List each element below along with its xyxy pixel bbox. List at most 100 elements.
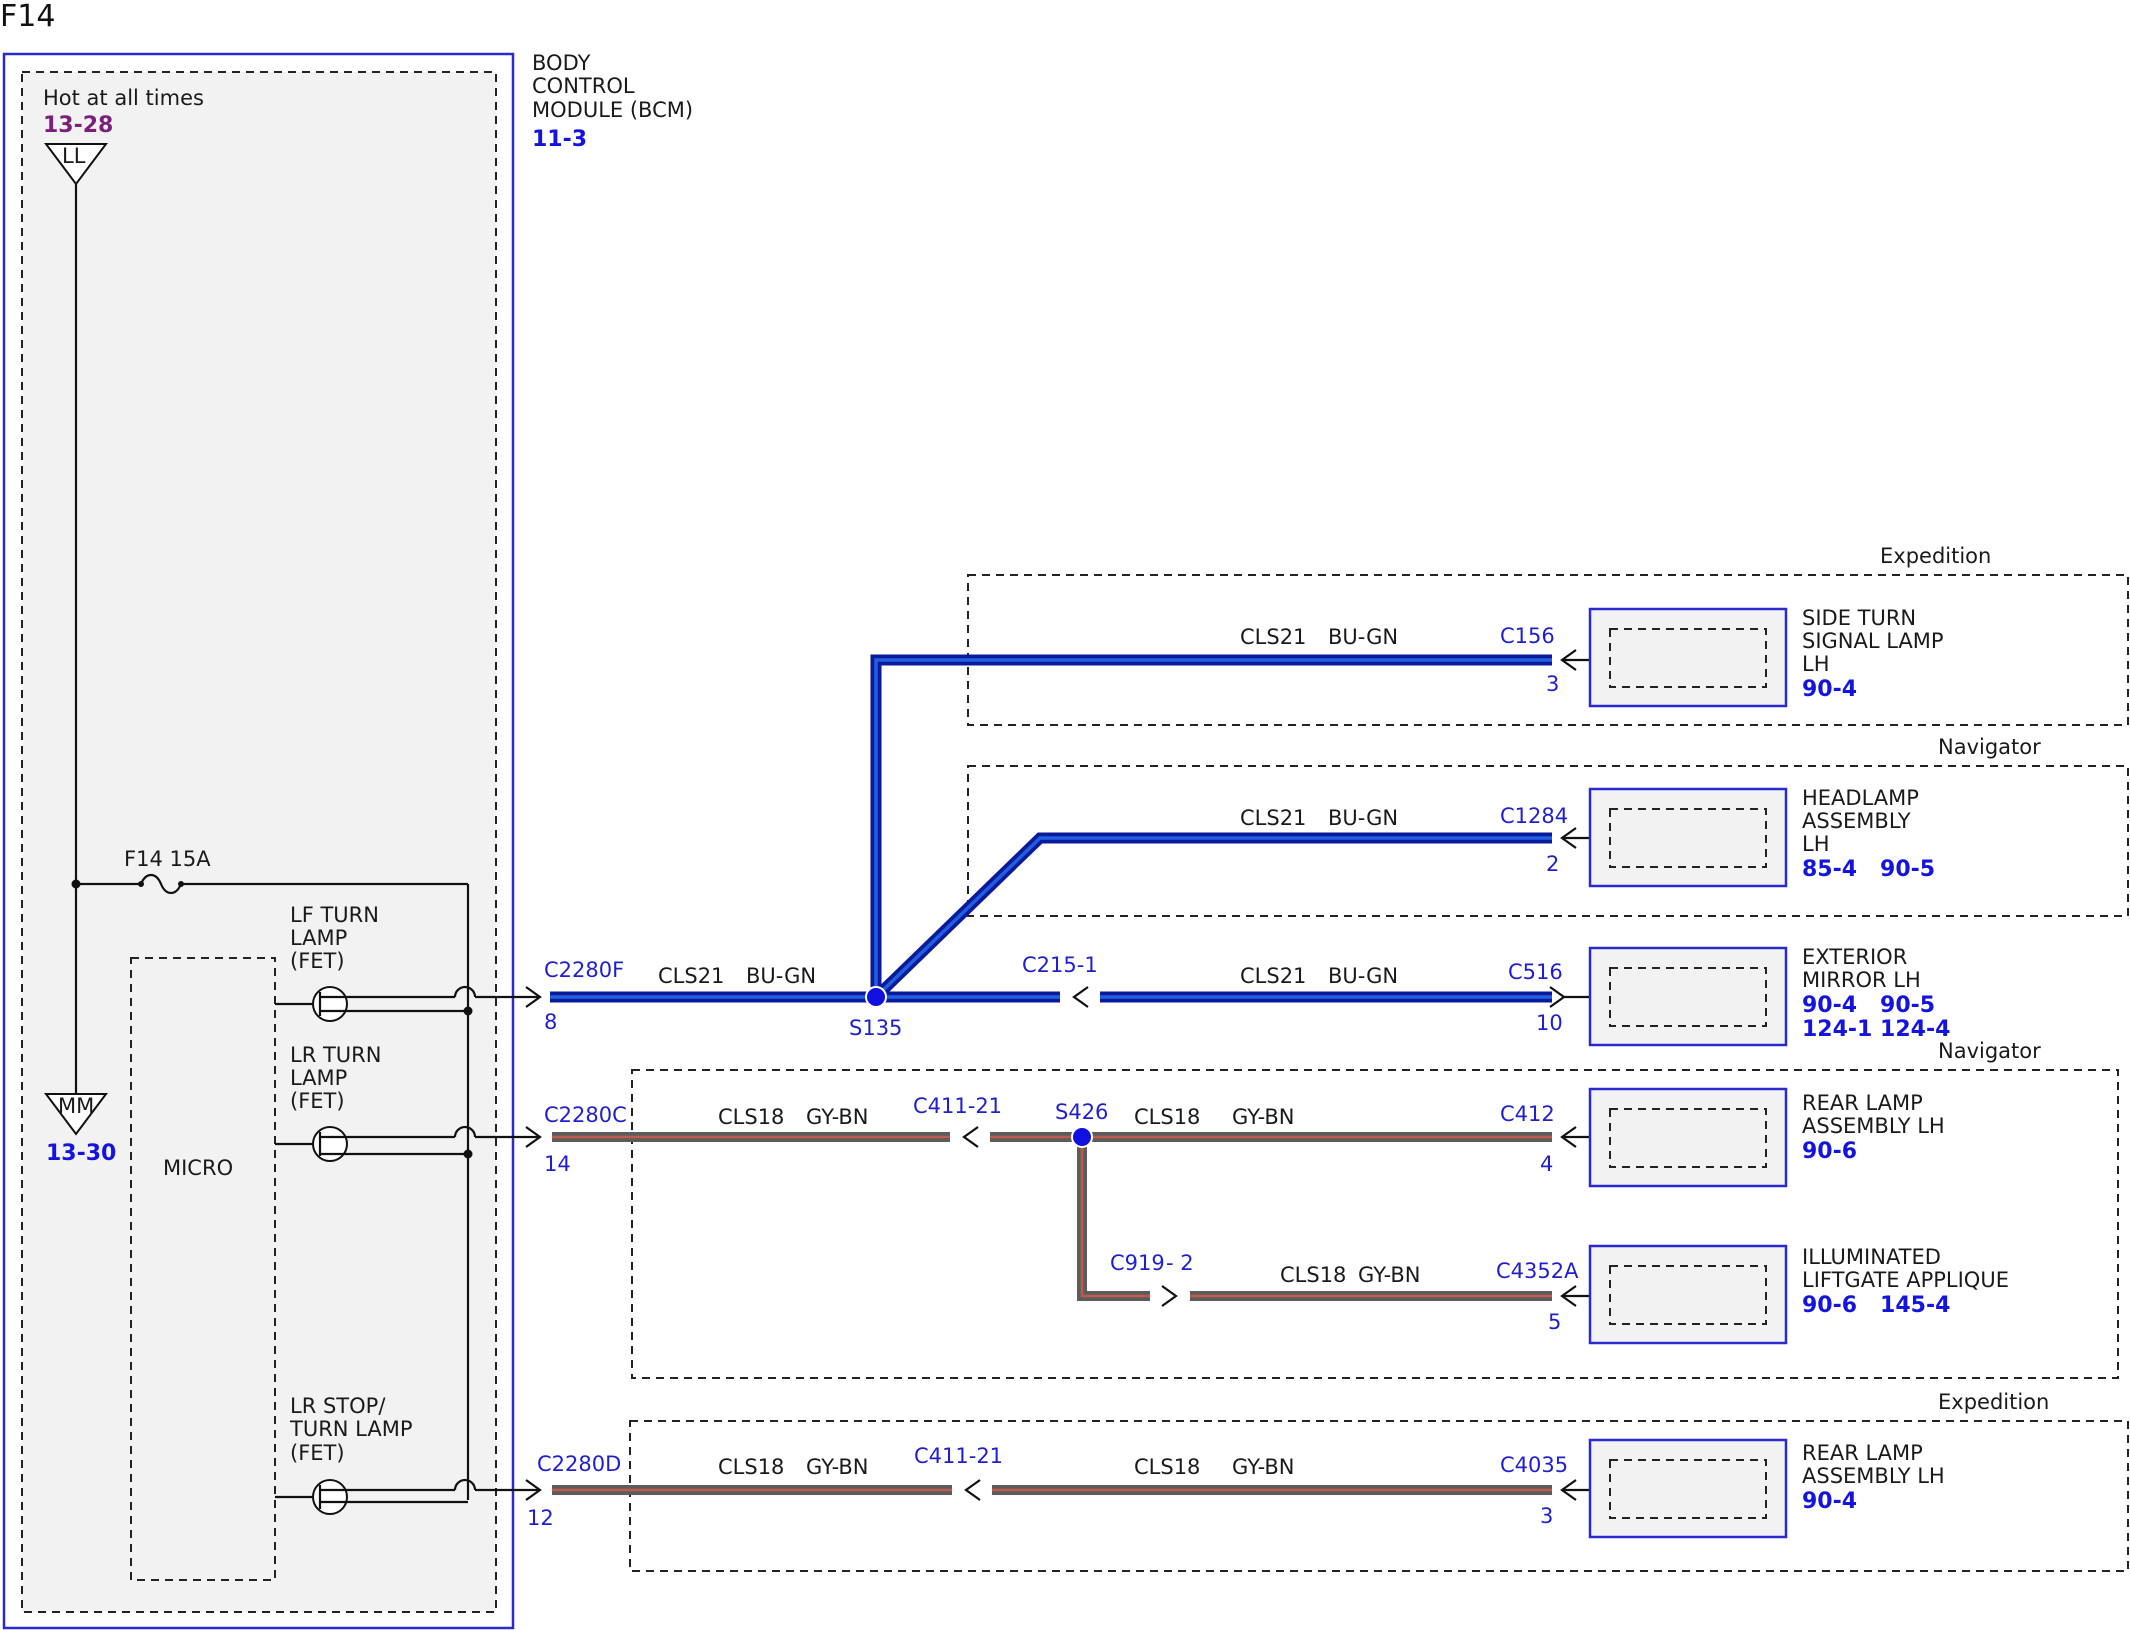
terminal-ll-label: LL (62, 144, 86, 168)
connector-c2280c-pin: 14 (544, 1152, 571, 1176)
component-side-turn-signal-lamp: C156 3 SIDE TURN SIGNAL LAMP LH 90-4 (1500, 606, 1944, 708)
splice-s135 (865, 986, 887, 1008)
rear-exp-ref: 90-4 (1802, 1489, 1857, 1514)
connector-c2280f: C2280F (544, 958, 624, 982)
wire-label-rear-nav-circuit: CLS18 (1134, 1105, 1200, 1129)
connector-c1284: C1284 (1500, 804, 1568, 828)
headlamp-ref: 85-4 90-5 (1802, 857, 1935, 882)
headlamp-name-2: ASSEMBLY (1802, 809, 1911, 833)
wire-label-liftgate-color: GY-BN (1358, 1263, 1421, 1287)
connector-c919-pin: - 2 (1166, 1251, 1194, 1275)
fet-lr-label-2: LAMP (290, 1066, 347, 1090)
wire-label-side-turn-circuit: CLS21 (1240, 625, 1306, 649)
component-illuminated-liftgate-applique: C4352A 5 ILLUMINATED LIFTGATE APPLIQUE 9… (1496, 1244, 2009, 1345)
fuse-pin-a (138, 881, 144, 887)
fuse-label: F14 15A (124, 847, 211, 871)
splice-s426 (1071, 1126, 1093, 1148)
c919-arrow (1161, 1285, 1178, 1307)
side-turn-ref: 90-4 (1802, 677, 1857, 702)
connector-c4352a: C4352A (1496, 1259, 1579, 1283)
wire-label-bcm-stop-color: GY-BN (806, 1455, 869, 1479)
connector-c156: C156 (1500, 624, 1555, 648)
connector-c411-a: C411-21 (913, 1094, 1002, 1118)
wire-label-bcm-lf-circuit: CLS21 (658, 964, 724, 988)
fet-lf-label-2: LAMP (290, 926, 347, 950)
fet-lr-label-3: (FET) (290, 1089, 345, 1113)
fet-stop-label-2: TURN LAMP (289, 1417, 413, 1441)
wire-label-rear-exp-circuit: CLS18 (1134, 1455, 1200, 1479)
rear-nav-name-2: ASSEMBLY LH (1802, 1114, 1945, 1138)
connector-c2280c: C2280C (544, 1103, 627, 1127)
connector-c4352a-pin: 5 (1548, 1310, 1561, 1334)
component-exterior-mirror: C516 10 EXTERIOR MIRROR LH 90-4 90-5 124… (1508, 945, 1950, 1047)
liftgate-ref: 90-6 145-4 (1802, 1293, 1950, 1318)
connector-c4035-pin: 3 (1540, 1504, 1553, 1528)
wiring-diagram: F14 MICRO BODY CONTROL MODULE (BCM) 11-3… (0, 0, 2129, 1630)
connector-c2280f-pin: 8 (544, 1010, 557, 1034)
wire-label-mirror-circuit: CLS21 (1240, 964, 1306, 988)
ground-ref: 13-30 (46, 1141, 116, 1166)
expedition-top-group (967, 574, 2129, 726)
group-label-navigator-head: Navigator (1938, 735, 2041, 759)
wire-label-headlamp-circuit: CLS21 (1240, 806, 1306, 830)
wire-label-side-turn-color: BU-GN (1328, 625, 1398, 649)
headlamp-name-3: LH (1802, 832, 1830, 856)
connector-c516-pin: 10 (1536, 1011, 1563, 1035)
wire-s135-to-c1284 (872, 832, 1552, 1001)
group-label-navigator-rear: Navigator (1938, 1039, 2041, 1063)
connector-c2280d-pin: 12 (527, 1506, 554, 1530)
group-label-expedition-top: Expedition (1880, 544, 1991, 568)
fet-lf-label-3: (FET) (290, 949, 345, 973)
connector-c516: C516 (1508, 960, 1563, 984)
connector-c215: C215-1 (1022, 953, 1098, 977)
mirror-ref-1: 90-4 90-5 (1802, 993, 1935, 1018)
fet-lf-label-1: LF TURN (290, 903, 379, 927)
hot-at-all-times-label: Hot at all times (43, 86, 204, 110)
side-turn-name-1: SIDE TURN (1802, 606, 1916, 630)
fet-stop-label-3: (FET) (290, 1441, 345, 1465)
liftgate-name-1: ILLUMINATED (1802, 1245, 1941, 1269)
rear-nav-ref: 90-6 (1802, 1139, 1857, 1164)
liftgate-name-2: LIFTGATE APPLIQUE (1802, 1268, 2009, 1292)
connector-c412-pin: 4 (1540, 1152, 1553, 1176)
side-turn-name-2: SIGNAL LAMP (1802, 629, 1944, 653)
wire-label-mirror-color: BU-GN (1328, 964, 1398, 988)
wire-label-bcm-lr-circuit: CLS18 (718, 1105, 784, 1129)
wire-label-liftgate-circuit: CLS18 (1280, 1263, 1346, 1287)
mirror-ref-2: 124-1 124-4 (1802, 1017, 1950, 1042)
bcm-name-3: MODULE (BCM) (532, 98, 693, 122)
wire-s135-to-c156 (870, 654, 1552, 997)
bcm-ref: 11-3 (532, 127, 587, 152)
connector-c919: C919 (1110, 1251, 1165, 1275)
component-rear-lamp-expedition: C4035 3 REAR LAMP ASSEMBLY LH 90-4 (1500, 1438, 1945, 1539)
group-label-expedition-bottom: Expedition (1938, 1390, 2049, 1414)
connector-c1284-pin: 2 (1546, 852, 1559, 876)
micro-box (130, 957, 276, 1581)
wire-cls21-group (550, 654, 1552, 1003)
mirror-name-2: MIRROR LH (1802, 968, 1921, 992)
c215-arrow (1072, 986, 1089, 1008)
connector-c156-pin: 3 (1546, 672, 1559, 696)
wire-label-bcm-lr-color: GY-BN (806, 1105, 869, 1129)
wire-cls18-group (552, 1132, 1552, 1495)
splice-s135-label: S135 (849, 1016, 902, 1040)
rear-exp-name-1: REAR LAMP (1802, 1441, 1923, 1465)
mirror-name-1: EXTERIOR (1802, 945, 1907, 969)
wire-label-headlamp-color: BU-GN (1328, 806, 1398, 830)
connector-c411-b: C411-21 (914, 1444, 1003, 1468)
connector-c412: C412 (1500, 1102, 1555, 1126)
fet-lr-label-1: LR TURN (290, 1043, 381, 1067)
c411-b-arrow (964, 1479, 981, 1501)
side-turn-name-3: LH (1802, 652, 1830, 676)
micro-label: MICRO (163, 1156, 233, 1180)
terminal-mm-label: MM (58, 1094, 94, 1118)
wire-label-bcm-lf-color: BU-GN (746, 964, 816, 988)
fet-stop-label-1: LR STOP/ (290, 1394, 386, 1418)
wire-label-rear-nav-color: GY-BN (1232, 1105, 1295, 1129)
bcm-name-2: CONTROL (532, 74, 635, 98)
wire-label-bcm-stop-circuit: CLS18 (718, 1455, 784, 1479)
rear-nav-name-1: REAR LAMP (1802, 1091, 1923, 1115)
page-title: F14 (0, 0, 55, 34)
rear-exp-name-2: ASSEMBLY LH (1802, 1464, 1945, 1488)
component-rear-lamp-navigator: C412 4 REAR LAMP ASSEMBLY LH 90-6 (1500, 1087, 1945, 1188)
